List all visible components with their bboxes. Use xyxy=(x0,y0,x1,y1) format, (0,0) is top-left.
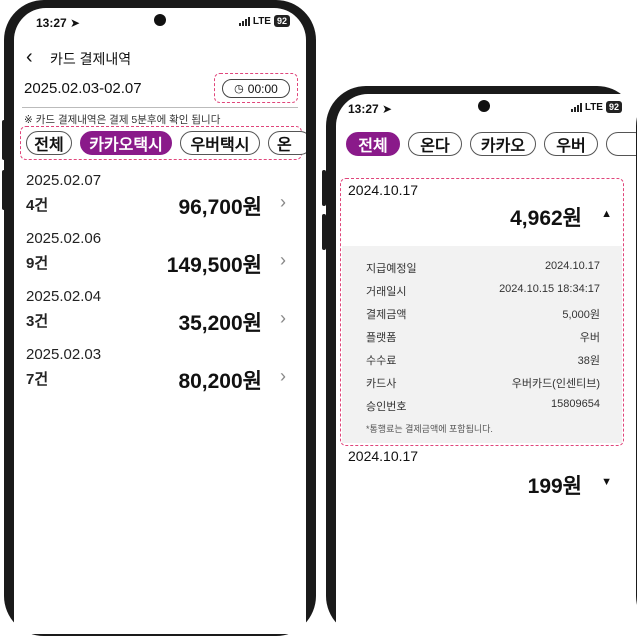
divider xyxy=(22,107,298,108)
filter-chip-label: 전체 xyxy=(358,138,388,155)
detail-value: 5,000원 xyxy=(562,309,600,321)
caret-down-icon[interactable]: ▼ xyxy=(601,476,612,488)
detail-key: 거래일시 xyxy=(366,286,407,298)
row-count: 7건 xyxy=(26,371,49,388)
chevron-right-icon: › xyxy=(280,250,286,270)
detail-value: 38원 xyxy=(577,355,600,367)
detail-key: 수수료 xyxy=(366,355,397,367)
detail-key: 카드사 xyxy=(366,378,397,390)
signal-icon xyxy=(570,102,582,112)
detail-value: 15809654 xyxy=(551,398,600,410)
page-title: 카드 결제내역 xyxy=(50,51,132,67)
status-icons: LTE 92 xyxy=(238,15,290,27)
time-button-label: 00:00 xyxy=(247,81,278,96)
status-bar: 13:27 ➤ LTE 92 xyxy=(336,94,636,120)
camera-cutout xyxy=(478,100,490,112)
time-button[interactable]: ◷ 00:00 xyxy=(222,79,290,98)
status-time: 13:27 ➤ xyxy=(348,102,393,116)
filter-chip-on[interactable]: 온 xyxy=(268,131,306,155)
detail-key: 지급예정일 xyxy=(366,263,417,275)
left-phone: 13:27 ➤ LTE 92 ‹ 카드 결제내역 2025.02.03-02.0… xyxy=(4,0,316,636)
row-date: 2025.02.06 xyxy=(26,230,102,247)
filter-chip-label: 우버 xyxy=(556,138,586,155)
row-amount: 96,700원 xyxy=(178,196,262,219)
row-date: 2025.02.07 xyxy=(26,172,102,189)
period-range: 2025.02.03-02.07 xyxy=(24,80,142,97)
filter-chip-kakao-taxi[interactable]: 카카오택시 xyxy=(80,131,172,155)
clock-icon: ◷ xyxy=(234,83,244,95)
row-count: 9건 xyxy=(26,255,49,272)
row-count: 4건 xyxy=(26,197,49,214)
row-amount: 35,200원 xyxy=(178,312,262,335)
battery-icon: 92 xyxy=(605,101,622,113)
filter-chip-all[interactable]: 전체 xyxy=(346,132,400,156)
row-amount: 80,200원 xyxy=(178,370,262,393)
entry-amount: 199원 xyxy=(527,475,582,498)
filter-chip-label: 온 xyxy=(277,137,292,154)
chevron-right-icon: › xyxy=(280,308,286,328)
filter-chip-uber-taxi[interactable]: 우버택시 xyxy=(180,131,260,155)
filter-chip-label: 온다 xyxy=(420,138,450,155)
detail-key: 결제금액 xyxy=(366,309,407,321)
list-item[interactable]: 2025.02.06 9건 149,500원 › xyxy=(14,226,306,284)
detail-panel: 지급예정일 2024.10.17 거래일시 2024.10.15 18:34:17 … xyxy=(342,246,622,443)
status-icons: LTE 92 xyxy=(570,101,622,113)
filter-chip-uber[interactable]: 우버 xyxy=(544,132,598,156)
camera-cutout xyxy=(154,14,166,26)
row-date: 2025.02.04 xyxy=(26,288,102,305)
detail-value: 2024.10.17 xyxy=(544,260,600,272)
row-amount: 149,500원 xyxy=(166,254,262,277)
entry-date: 2024.10.17 xyxy=(348,448,419,464)
entry-amount: 4,962원 xyxy=(510,207,582,230)
filter-chip-kakao[interactable]: 카카오 xyxy=(470,132,536,156)
caret-up-icon[interactable]: ▲ xyxy=(601,208,612,220)
filter-chip-onda[interactable]: 온다 xyxy=(408,132,462,156)
filter-chip-more[interactable] xyxy=(606,132,636,156)
detail-key: 승인번호 xyxy=(366,401,407,413)
chevron-right-icon: › xyxy=(280,192,286,212)
network-label: LTE xyxy=(584,101,603,113)
detail-note: *통행료는 결제금액에 포함됩니다. xyxy=(366,424,493,434)
network-label: LTE xyxy=(252,15,271,27)
filter-chip-all[interactable]: 전체 xyxy=(26,131,72,155)
filter-chip-label: 우버택시 xyxy=(190,137,250,154)
filter-chip-label: 카카오택시 xyxy=(89,137,163,154)
list-item[interactable]: 2025.02.07 4건 96,700원 › xyxy=(14,168,306,226)
row-count: 3건 xyxy=(26,313,49,330)
chevron-right-icon: › xyxy=(280,366,286,386)
detail-value: 우버 xyxy=(579,332,600,344)
battery-icon: 92 xyxy=(273,15,290,27)
notice-text: ※ 카드 결제내역은 결제 5분후에 확인 됩니다 xyxy=(24,114,221,126)
detail-value: 우버카드(인센티브) xyxy=(511,378,600,390)
back-icon[interactable]: ‹ xyxy=(26,46,33,69)
detail-value: 2024.10.15 18:34:17 xyxy=(499,283,600,295)
filter-chip-label: 카카오 xyxy=(480,138,526,155)
signal-icon xyxy=(238,16,250,26)
right-screen: 13:27 ➤ LTE 92 전체 온다 카카오 우버 2024.10.17 4… xyxy=(336,94,636,636)
right-phone: 13:27 ➤ LTE 92 전체 온다 카카오 우버 2024.10.17 4… xyxy=(326,86,637,636)
status-bar: 13:27 ➤ LTE 92 xyxy=(14,8,306,34)
list-item[interactable]: 2025.02.04 3건 35,200원 › xyxy=(14,284,306,342)
list-item[interactable]: 2025.02.03 7건 80,200원 › xyxy=(14,342,306,400)
entry-date: 2024.10.17 xyxy=(348,182,419,198)
left-screen: 13:27 ➤ LTE 92 ‹ 카드 결제내역 2025.02.03-02.0… xyxy=(14,8,306,634)
status-time: 13:27 ➤ xyxy=(36,16,81,30)
filter-chip-label: 전체 xyxy=(34,137,64,154)
detail-key: 플랫폼 xyxy=(366,332,397,344)
row-date: 2025.02.03 xyxy=(26,346,102,363)
